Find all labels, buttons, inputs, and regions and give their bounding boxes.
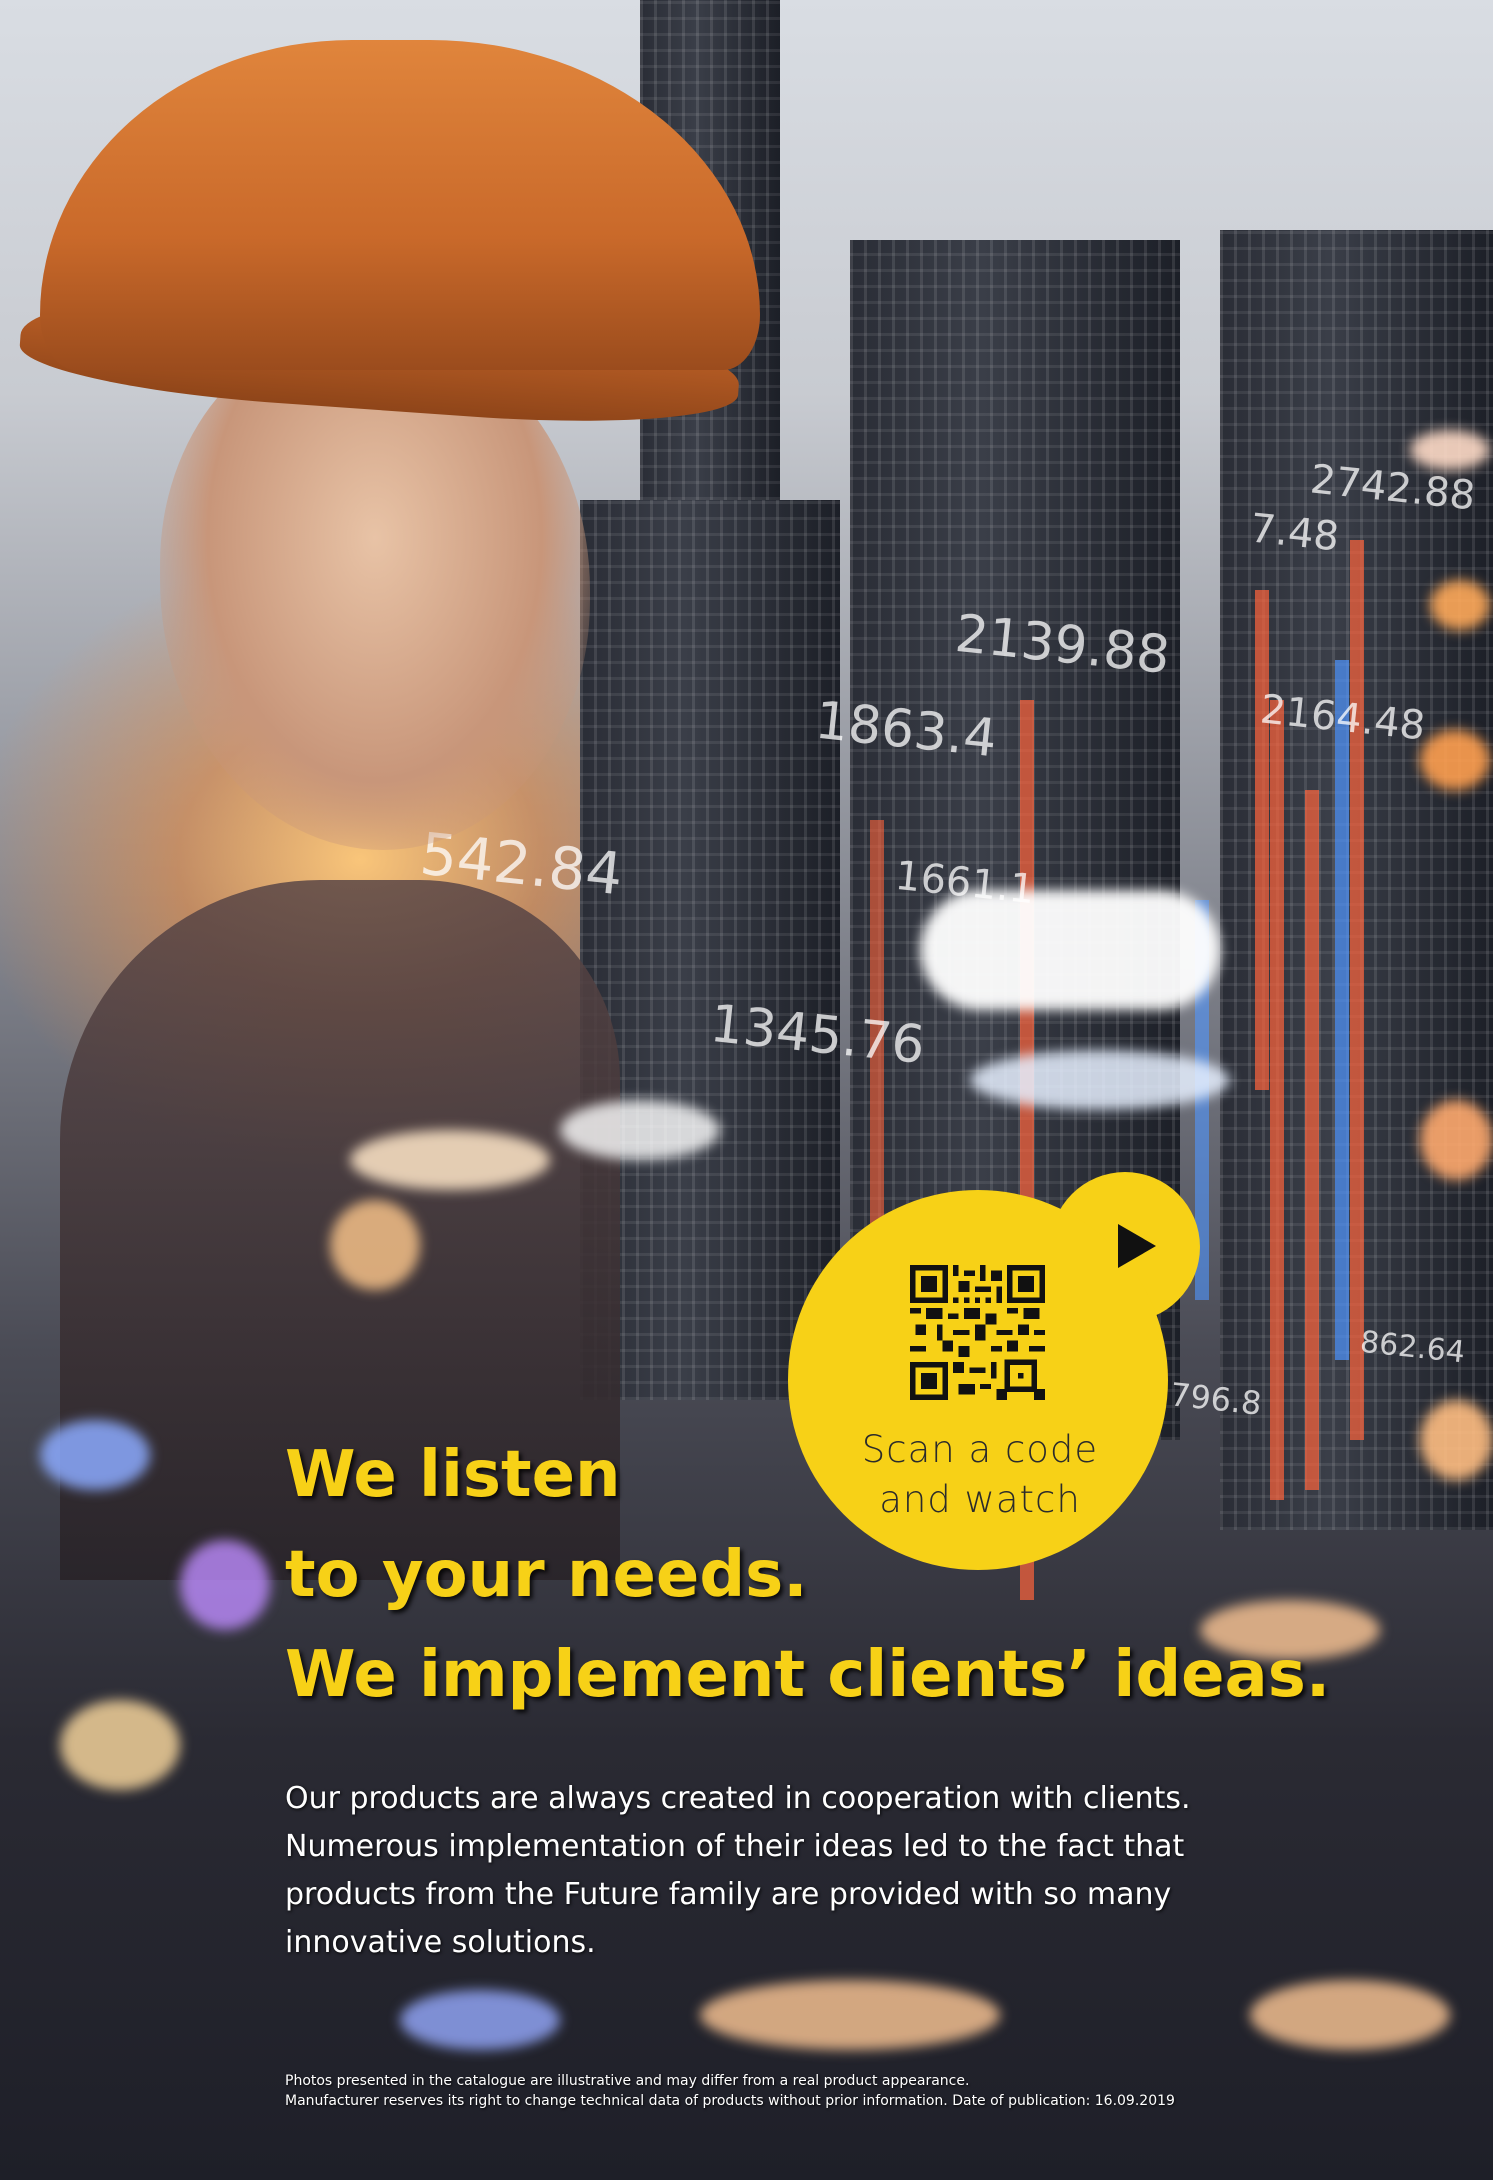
light-blob	[400, 1990, 560, 2050]
light-blob	[920, 890, 1220, 1010]
light-blob	[1420, 730, 1490, 790]
body-line: products from the Future family are prov…	[285, 1877, 1172, 1912]
body-line: Numerous implementation of their ideas l…	[285, 1829, 1185, 1864]
overlay-bar	[1270, 700, 1284, 1500]
overlay-bar	[1255, 590, 1269, 1090]
light-blob	[350, 1130, 550, 1190]
headline-line: to your needs.	[285, 1538, 808, 1612]
body-line: innovative solutions.	[285, 1925, 596, 1960]
light-blob	[1250, 1980, 1450, 2050]
overlay-bar	[1335, 660, 1349, 1360]
body-line: Our products are always created in coope…	[285, 1781, 1191, 1816]
overlay-bar	[1350, 540, 1364, 1440]
footnote-line: Manufacturer reserves its right to chang…	[285, 2093, 1175, 2109]
body-paragraph: Our products are always created in coope…	[285, 1775, 1205, 1967]
footnote-line: Photos presented in the catalogue are il…	[285, 2073, 970, 2089]
light-blob	[180, 1540, 270, 1630]
light-blob	[60, 1700, 180, 1790]
poster-page: 2742.88 7.48 2139.88 1863.4 2164.48 542.…	[0, 0, 1493, 2180]
light-blob	[970, 1050, 1230, 1110]
headline-line: We implement clients’ ideas.	[285, 1638, 1331, 1712]
overlay-bar	[1305, 790, 1319, 1490]
headline: We listen to your needs. We implement cl…	[285, 1425, 1331, 1725]
light-blob	[1430, 580, 1490, 630]
light-blob	[700, 1980, 1000, 2050]
qr-code-icon[interactable]	[910, 1265, 1045, 1400]
light-blob	[1420, 1100, 1493, 1180]
overlay-number: 7.48	[1247, 505, 1342, 561]
overlay-number: 796.8	[1168, 1375, 1264, 1423]
disclaimer-footnote: Photos presented in the catalogue are il…	[285, 2071, 1385, 2111]
play-icon[interactable]	[1118, 1224, 1156, 1268]
light-blob	[1420, 1400, 1493, 1480]
light-blob	[560, 1100, 720, 1160]
light-blob	[1410, 430, 1490, 470]
light-blob	[330, 1200, 420, 1290]
light-blob	[40, 1420, 150, 1490]
headline-line: We listen	[285, 1438, 621, 1512]
